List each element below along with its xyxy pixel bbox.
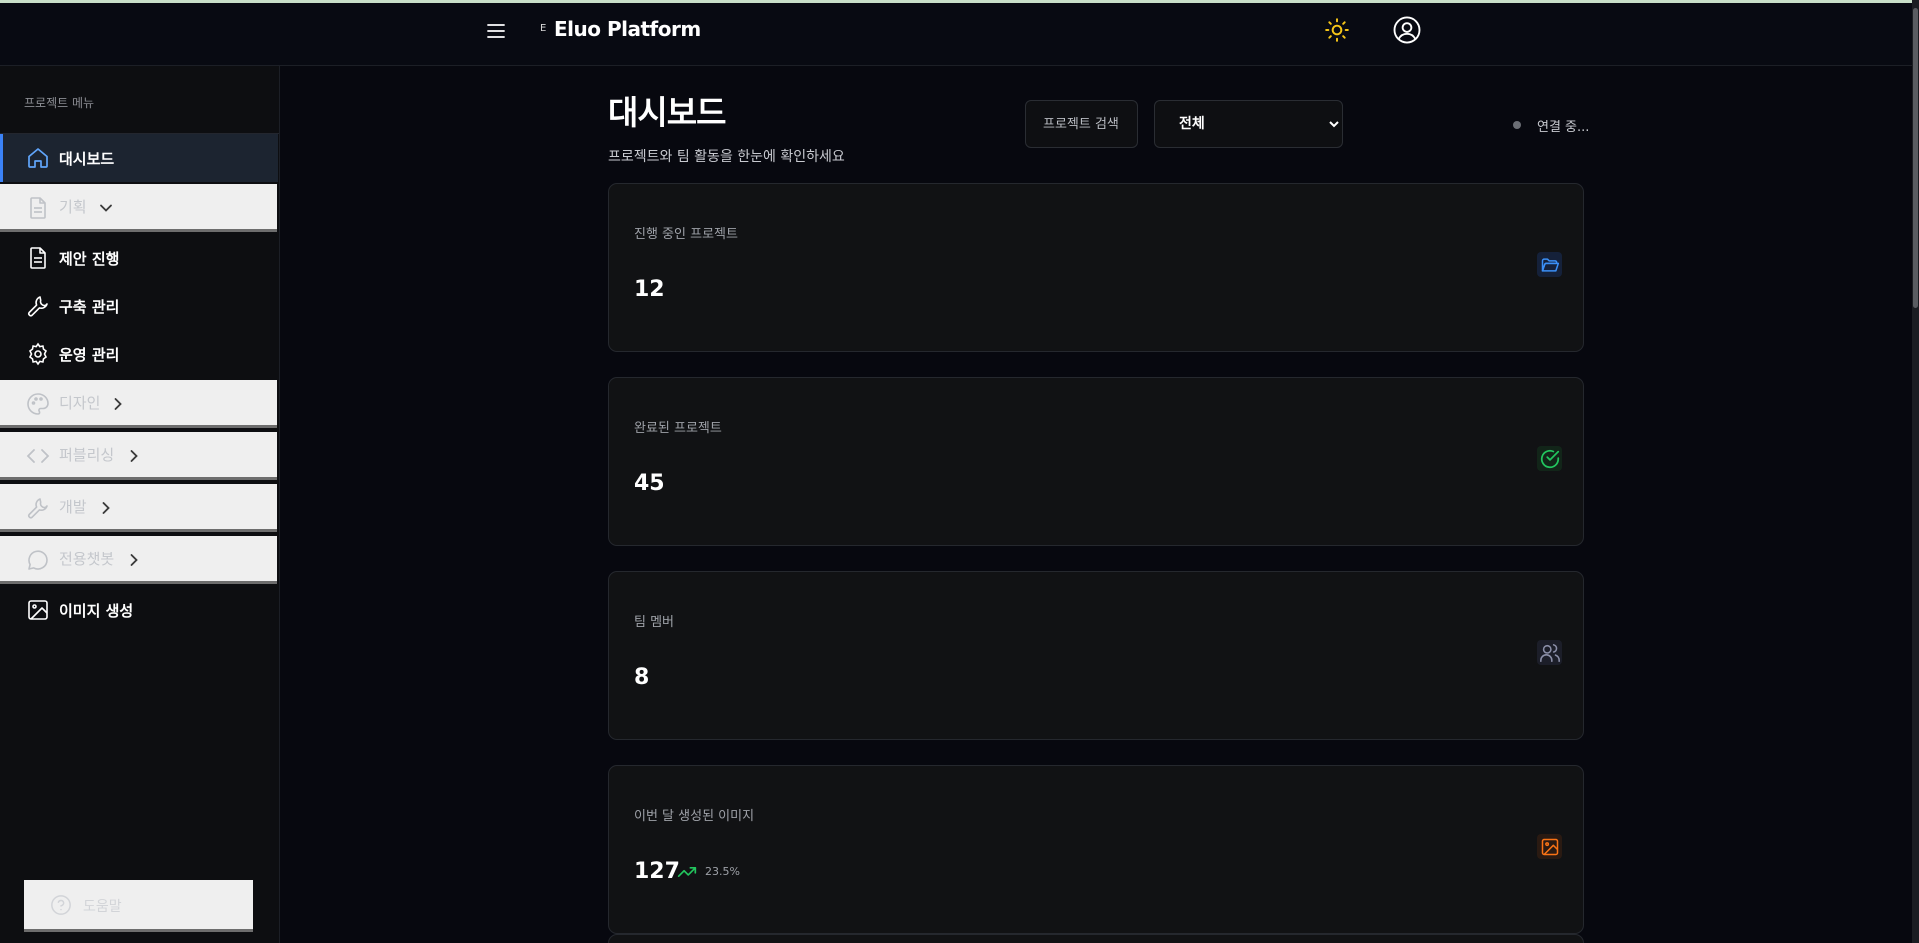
- chevron-right-icon: [130, 554, 138, 566]
- chevron-right-icon: [114, 398, 122, 410]
- sidebar-item-label: 퍼블리싱: [59, 446, 115, 464]
- sidebar-group-development[interactable]: 개발: [0, 484, 277, 532]
- sidebar-item-label: 개발: [59, 498, 87, 516]
- sidebar-item-label: 제안 진행: [59, 249, 120, 268]
- help-circle-icon: [51, 895, 71, 915]
- page-subtitle: 프로젝트와 팀 활동을 한눈에 확인하세요: [608, 149, 845, 165]
- users-icon: [1537, 640, 1562, 665]
- main-content: 대시보드 프로젝트와 팀 활동을 한눈에 확인하세요 전체 연결 중... 진행…: [280, 66, 1912, 943]
- sidebar-item-label: 운영 관리: [59, 345, 120, 364]
- sidebar-item-operations[interactable]: 운영 관리: [0, 330, 278, 378]
- image-icon: [28, 600, 48, 620]
- top-header: E Eluo Platform: [0, 3, 1912, 66]
- page-title: 대시보드: [608, 93, 726, 132]
- sidebar-group-chatbot[interactable]: 전용챗봇: [0, 536, 277, 584]
- sidebar-group-planning[interactable]: 기획: [0, 184, 277, 232]
- trend-percent: 23.5%: [705, 865, 740, 878]
- help-button[interactable]: 도움말: [24, 880, 253, 932]
- sidebar-item-build[interactable]: 구축 관리: [0, 282, 278, 330]
- chevron-down-icon: [100, 204, 112, 212]
- connection-status-dot: [1513, 121, 1521, 129]
- project-filter-select[interactable]: 전체: [1154, 100, 1343, 148]
- sidebar-item-label: 기획: [59, 198, 87, 216]
- folder-open-icon: [1537, 252, 1562, 277]
- stat-label: 진행 중인 프로젝트: [634, 227, 738, 242]
- sidebar-item-label: 전용챗봇: [59, 550, 115, 568]
- sidebar-item-label: 이미지 생성: [59, 601, 134, 620]
- search-input[interactable]: [1025, 100, 1138, 148]
- stat-value: 45: [634, 471, 665, 496]
- app-title[interactable]: Eluo Platform: [554, 17, 701, 41]
- sidebar-item-label: 디자인: [59, 394, 101, 412]
- user-circle-icon[interactable]: [1392, 15, 1422, 45]
- stat-card-active-projects[interactable]: 진행 중인 프로젝트 12: [608, 183, 1584, 352]
- sidebar-item-label: 구축 관리: [59, 297, 120, 316]
- stat-label: 팀 멤버: [634, 615, 675, 630]
- document-icon: [30, 247, 46, 269]
- scrollbar-thumb[interactable]: [1913, 8, 1918, 308]
- chevron-right-icon: [130, 450, 138, 462]
- check-circle-icon: [1537, 446, 1562, 471]
- chat-icon: [28, 550, 48, 570]
- sidebar-item-image-generation[interactable]: 이미지 생성: [0, 586, 278, 634]
- document-icon: [30, 197, 46, 219]
- stat-card-generated-images[interactable]: 이번 달 생성된 이미지 127 23.5%: [608, 765, 1584, 934]
- logo-mark: E: [540, 23, 547, 34]
- sidebar-group-publishing[interactable]: 퍼블리싱: [0, 432, 277, 480]
- image-icon: [1537, 834, 1562, 859]
- chevron-right-icon: [102, 502, 110, 514]
- trending-up-icon: [677, 867, 697, 877]
- sidebar-heading: 프로젝트 메뉴: [24, 96, 95, 110]
- stat-label: 이번 달 생성된 이미지: [634, 809, 755, 824]
- sidebar-item-dashboard[interactable]: 대시보드: [0, 134, 278, 182]
- stat-card-completed-projects[interactable]: 완료된 프로젝트 45: [608, 377, 1584, 546]
- sun-icon[interactable]: [1324, 17, 1350, 43]
- code-icon: [26, 449, 50, 463]
- stat-card-partial[interactable]: [608, 934, 1584, 943]
- sidebar-item-label: 대시보드: [59, 149, 115, 168]
- help-label: 도움말: [83, 899, 122, 915]
- hamburger-icon[interactable]: [484, 19, 508, 43]
- gear-icon: [28, 342, 48, 366]
- wrench-icon: [28, 498, 48, 519]
- stat-value: 127: [634, 859, 680, 884]
- stat-value: 12: [634, 277, 665, 302]
- stat-label: 완료된 프로젝트: [634, 421, 722, 436]
- sidebar: 프로젝트 메뉴 대시보드 기획 제안 진행 구축 관리 운영 관리 디자인 퍼블…: [0, 66, 280, 943]
- wrench-icon: [28, 296, 48, 317]
- stat-value: 8: [634, 665, 650, 690]
- stat-card-team-members[interactable]: 팀 멤버 8: [608, 571, 1584, 740]
- home-icon: [28, 148, 48, 168]
- page-scrollbar[interactable]: [1912, 0, 1919, 943]
- sidebar-group-design[interactable]: 디자인: [0, 380, 277, 428]
- connection-status: 연결 중...: [1537, 120, 1590, 135]
- sidebar-item-proposal[interactable]: 제안 진행: [0, 234, 278, 282]
- palette-icon: [27, 393, 49, 415]
